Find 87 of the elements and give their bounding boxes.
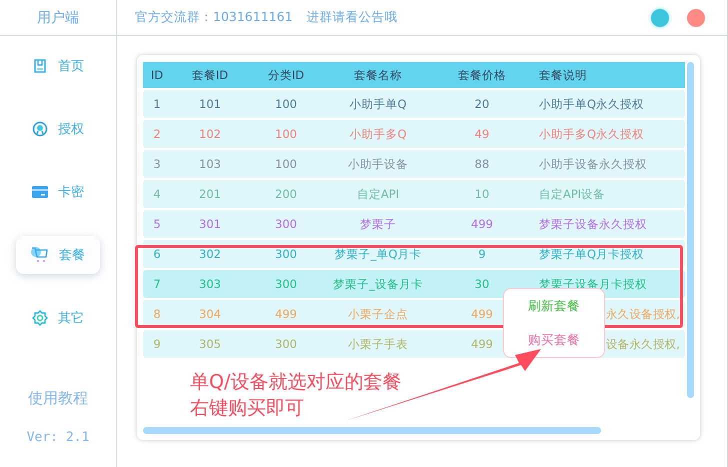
table-cell-text: 小助手设备 (347, 156, 409, 172)
table-cell-text: 304 (198, 307, 222, 321)
column-header: ID (150, 68, 164, 82)
table-cell-text: 梦栗子设备永久授权 (538, 216, 648, 232)
app-name: 用户端 (37, 8, 79, 26)
menu-item[interactable]: 刷新套餐 (528, 298, 580, 314)
sidebar-item[interactable]: 其它 (16, 299, 100, 337)
table-cell-text: 200 (274, 187, 298, 201)
sidebar-item[interactable]: 首页 (16, 47, 100, 85)
table-cell-text: 100 (274, 97, 298, 111)
annotation-text: 单Q/设备就选对应的套餐 (190, 370, 402, 395)
table-cell-text: 9 (477, 247, 487, 261)
sidebar-item[interactable]: 套餐 (16, 236, 100, 274)
table-cell-text: 小栗子手表 (347, 336, 409, 352)
table-cell-text: 设备永久授权, (606, 336, 681, 352)
table-cell-text: 101 (198, 97, 222, 111)
table-cell-text: 30 (474, 277, 490, 291)
table-cell-text: 梦栗子_单Q月卡 (334, 246, 422, 262)
table-cell-text: 8 (152, 307, 162, 321)
table-cell-text: 4 (152, 187, 162, 201)
table-cell-text: 305 (198, 337, 222, 351)
table-cell-text: 499 (470, 217, 494, 231)
table-cell-text: 小助手多Q永久授权 (538, 126, 646, 142)
table-cell-text: 88 (474, 157, 490, 171)
notice-hint: 进群请看公告哦 (306, 9, 398, 26)
table-cell-text: 小助手单Q (348, 96, 408, 112)
table-cell-text: 300 (274, 337, 298, 351)
table-cell-text: 301 (198, 217, 222, 231)
table-cell-text: 小助手多Q (348, 126, 408, 142)
table-cell-text: 300 (274, 217, 298, 231)
table-cell-text: 3 (152, 157, 162, 171)
sidebar-item[interactable]: 授权 (16, 110, 100, 148)
table-cell-text: 2 (152, 127, 162, 141)
table-cell-text: 102 (198, 127, 222, 141)
table-cell-text: 梦栗子 (359, 216, 397, 232)
table-cell-text: 9 (152, 337, 162, 351)
table-cell-text: 300 (274, 247, 298, 261)
menu-item[interactable]: 购买套餐 (528, 332, 580, 348)
card-icon (32, 186, 48, 198)
column-header: 套餐价格 (457, 68, 507, 82)
table-row[interactable]: 2 102 100 小助手多Q 49 小助手多Q永久授权 (143, 120, 686, 148)
table-cell-text: 1 (152, 97, 162, 111)
table-cell-text: 小栗子企点 (347, 306, 409, 322)
close-button[interactable] (687, 8, 705, 26)
table-cell-text: 499 (470, 307, 494, 321)
column-header: 套餐ID (190, 68, 230, 82)
column-header: 套餐说明 (538, 68, 588, 82)
table-row[interactable]: 3 103 100 小助手设备 88 小助手设备永久授权 (143, 150, 686, 178)
table-cell-text: 300 (274, 277, 298, 291)
table-cell-text: 自定API设备 (538, 186, 606, 202)
table-cell-text: 499 (470, 337, 494, 351)
table-cell-text: 永久设备授权, (606, 306, 681, 322)
document-icon (32, 58, 48, 74)
gear-icon (32, 310, 48, 326)
sidebar-item[interactable]: 卡密 (16, 173, 100, 211)
table-cell-text: 49 (474, 127, 490, 141)
annotation-text: 右键购买即可 (190, 396, 305, 421)
table-cell-text: 302 (198, 247, 222, 261)
table-cell-text: 100 (274, 157, 298, 171)
table-cell-text: 自定API (356, 186, 400, 202)
horizontal-scrollbar[interactable] (143, 427, 601, 434)
table-row[interactable]: 1 101 100 小助手单Q 20 小助手单Q永久授权 (143, 90, 686, 118)
table-cell-text: 20 (474, 97, 490, 111)
tutorial-link[interactable]: 使用教程 (28, 389, 88, 408)
minimize-button[interactable] (651, 8, 669, 26)
table-cell-text: 103 (198, 157, 222, 171)
column-header: 分类ID (266, 68, 306, 82)
table-row[interactable]: 5 301 300 梦栗子 499 梦栗子设备永久授权 (143, 210, 686, 238)
table-cell-text: 梦栗子单Q月卡授权 (538, 246, 646, 262)
table-cell-text: 小助手设备永久授权 (538, 156, 648, 172)
column-header: 套餐名称 (353, 68, 403, 82)
table-cell-text: 小助手单Q永久授权 (538, 96, 646, 112)
table-cell-text: 10 (474, 187, 490, 201)
vertical-scrollbar[interactable] (687, 62, 694, 398)
group-notice: 官方交流群：1031611161 (135, 9, 293, 26)
table-cell-text: 499 (274, 307, 298, 321)
table-cell-text: 梦栗子_设备月卡 (332, 276, 424, 292)
table-row[interactable]: 4 201 200 自定API 10 自定API设备 (143, 180, 686, 208)
cart-icon (31, 247, 49, 263)
table-cell-text: 5 (152, 217, 162, 231)
table-cell-text: 303 (198, 277, 222, 291)
badge-icon (32, 121, 48, 137)
version-label: Ver: 2.1 (26, 430, 90, 445)
table-cell-text: 100 (274, 127, 298, 141)
table-cell-text: 201 (198, 187, 222, 201)
table-cell-text: 7 (152, 277, 162, 291)
table-cell-text: 6 (152, 247, 162, 261)
